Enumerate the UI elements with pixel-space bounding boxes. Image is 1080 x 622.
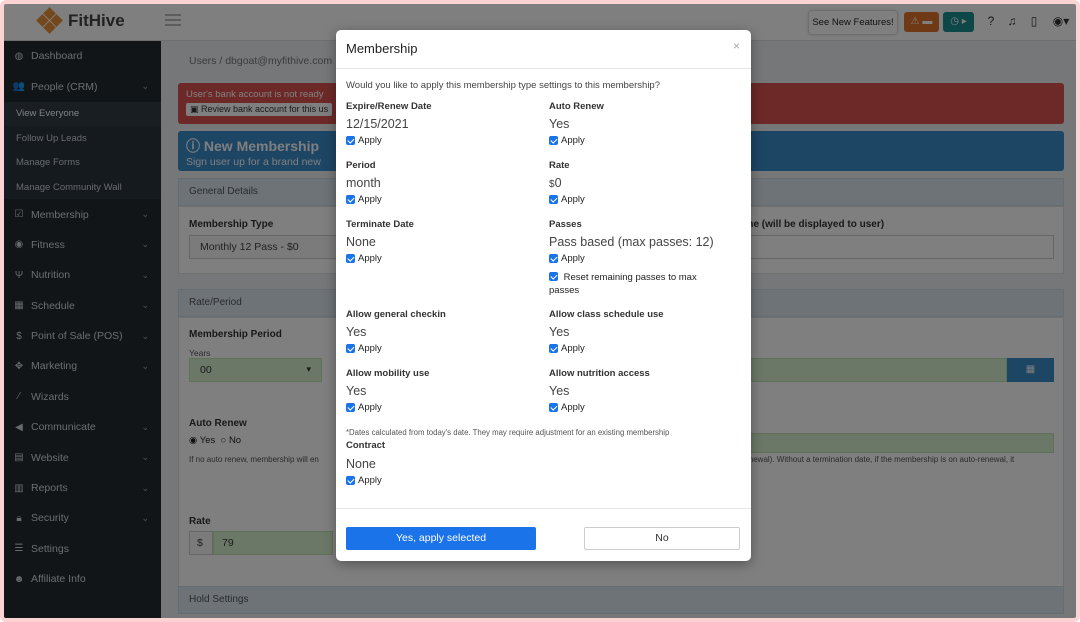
auto-renew-value: Yes <box>549 117 570 131</box>
yes-apply-selected-button[interactable]: Yes, apply selected <box>346 527 536 550</box>
membership-modal: Membership × Would you like to apply thi… <box>336 30 751 561</box>
apply-label: Apply <box>561 253 585 264</box>
apply-label: Apply <box>358 194 382 205</box>
modal-header-divider <box>336 68 751 69</box>
passes-apply-checkbox[interactable]: Apply <box>549 253 585 264</box>
checkbox-checked-icon <box>346 195 355 204</box>
rate-apply-checkbox[interactable]: Apply <box>549 194 585 205</box>
mobility-apply-checkbox[interactable]: Apply <box>346 402 382 413</box>
modal-footer-divider <box>336 508 751 509</box>
class-schedule-label: Allow class schedule use <box>549 309 664 320</box>
rate-value: $0 <box>549 176 562 190</box>
expire-renew-value: 12/15/2021 <box>346 117 409 131</box>
nutrition-access-label: Allow nutrition access <box>549 368 650 379</box>
apply-label: Apply <box>561 343 585 354</box>
terminate-date-value: None <box>346 235 376 249</box>
apply-label: Apply <box>561 194 585 205</box>
no-button[interactable]: No <box>584 527 740 550</box>
general-checkin-value: Yes <box>346 325 367 339</box>
modal-question: Would you like to apply this membership … <box>346 80 661 91</box>
checkbox-checked-icon <box>346 254 355 263</box>
checkbox-checked-icon <box>346 344 355 353</box>
nutrition-access-value: Yes <box>549 384 570 398</box>
checkbox-checked-icon <box>346 403 355 412</box>
rate-amount: 0 <box>554 176 562 190</box>
expire-renew-apply-checkbox[interactable]: Apply <box>346 135 382 146</box>
checkbox-checked-icon <box>549 254 558 263</box>
checkbox-checked-icon <box>346 136 355 145</box>
reset-passes-checkbox[interactable]: Reset remaining passes to max passes <box>549 271 729 297</box>
mobility-label: Allow mobility use <box>346 368 430 379</box>
period-value: month <box>346 176 381 190</box>
passes-label: Passes <box>549 219 582 230</box>
rate-field-label: Rate <box>549 160 570 171</box>
app-frame: FitHive See New Features! ⚠ ▬ ◷ ▸ ? ♫ ▯ … <box>0 0 1080 622</box>
general-checkin-label: Allow general checkin <box>346 309 446 320</box>
reset-passes-label: Reset remaining passes to max passes <box>549 272 697 296</box>
class-schedule-apply-checkbox[interactable]: Apply <box>549 343 585 354</box>
checkbox-checked-icon <box>549 403 558 412</box>
contract-apply-checkbox[interactable]: Apply <box>346 475 382 486</box>
dates-note: *Dates calculated from today's date. The… <box>346 428 670 437</box>
checkbox-checked-icon <box>549 344 558 353</box>
auto-renew-apply-checkbox[interactable]: Apply <box>549 135 585 146</box>
apply-label: Apply <box>561 402 585 413</box>
apply-label: Apply <box>358 135 382 146</box>
apply-label: Apply <box>358 253 382 264</box>
class-schedule-value: Yes <box>549 325 570 339</box>
general-checkin-apply-checkbox[interactable]: Apply <box>346 343 382 354</box>
passes-value: Pass based (max passes: 12) <box>549 235 714 249</box>
apply-label: Apply <box>561 135 585 146</box>
period-label: Period <box>346 160 376 171</box>
close-icon[interactable]: × <box>733 39 740 53</box>
checkbox-checked-icon <box>549 195 558 204</box>
checkbox-checked-icon <box>346 476 355 485</box>
apply-label: Apply <box>358 402 382 413</box>
expire-renew-label: Expire/Renew Date <box>346 101 432 112</box>
terminate-date-label: Terminate Date <box>346 219 414 230</box>
contract-label: Contract <box>346 440 386 451</box>
checkbox-checked-icon <box>549 136 558 145</box>
contract-value: None <box>346 457 376 471</box>
apply-label: Apply <box>358 343 382 354</box>
mobility-value: Yes <box>346 384 367 398</box>
terminate-date-apply-checkbox[interactable]: Apply <box>346 253 382 264</box>
modal-title: Membership <box>346 41 418 56</box>
nutrition-access-apply-checkbox[interactable]: Apply <box>549 402 585 413</box>
checkbox-checked-icon <box>549 272 558 281</box>
auto-renew-field-label: Auto Renew <box>549 101 604 112</box>
apply-label: Apply <box>358 475 382 486</box>
period-apply-checkbox[interactable]: Apply <box>346 194 382 205</box>
